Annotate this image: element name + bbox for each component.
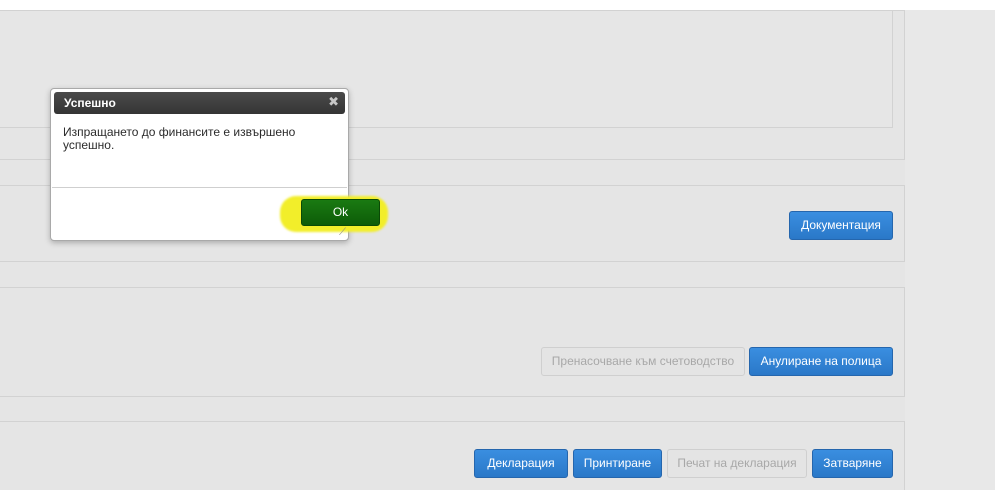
dialog-divider xyxy=(52,187,347,188)
print-declaration-button[interactable]: Печат на декларация xyxy=(667,449,807,478)
documentation-button[interactable]: Документация xyxy=(789,211,893,240)
resize-grip-icon[interactable]: ⟋ xyxy=(339,228,346,238)
dialog-title-bar[interactable]: Успешно ✖ xyxy=(54,92,345,114)
close-icon[interactable]: ✖ xyxy=(328,94,339,110)
cancel-policy-button[interactable]: Анулиране на полица xyxy=(749,347,893,376)
success-dialog: Успешно ✖ Изпращането до финансите е изв… xyxy=(50,88,388,241)
print-button[interactable]: Принтиране xyxy=(573,449,662,478)
declaration-button[interactable]: Декларация xyxy=(474,449,568,478)
ok-button[interactable]: Ok xyxy=(301,199,380,226)
close-button[interactable]: Затваряне xyxy=(812,449,893,478)
transfer-to-accounting-button[interactable]: Пренасочване към счетоводство xyxy=(541,347,745,376)
right-margin xyxy=(905,10,995,490)
accounting-panel xyxy=(0,287,905,397)
dialog-title: Успешно xyxy=(64,96,116,110)
dialog-message: Изпращането до финансите е извършено усп… xyxy=(63,125,296,152)
